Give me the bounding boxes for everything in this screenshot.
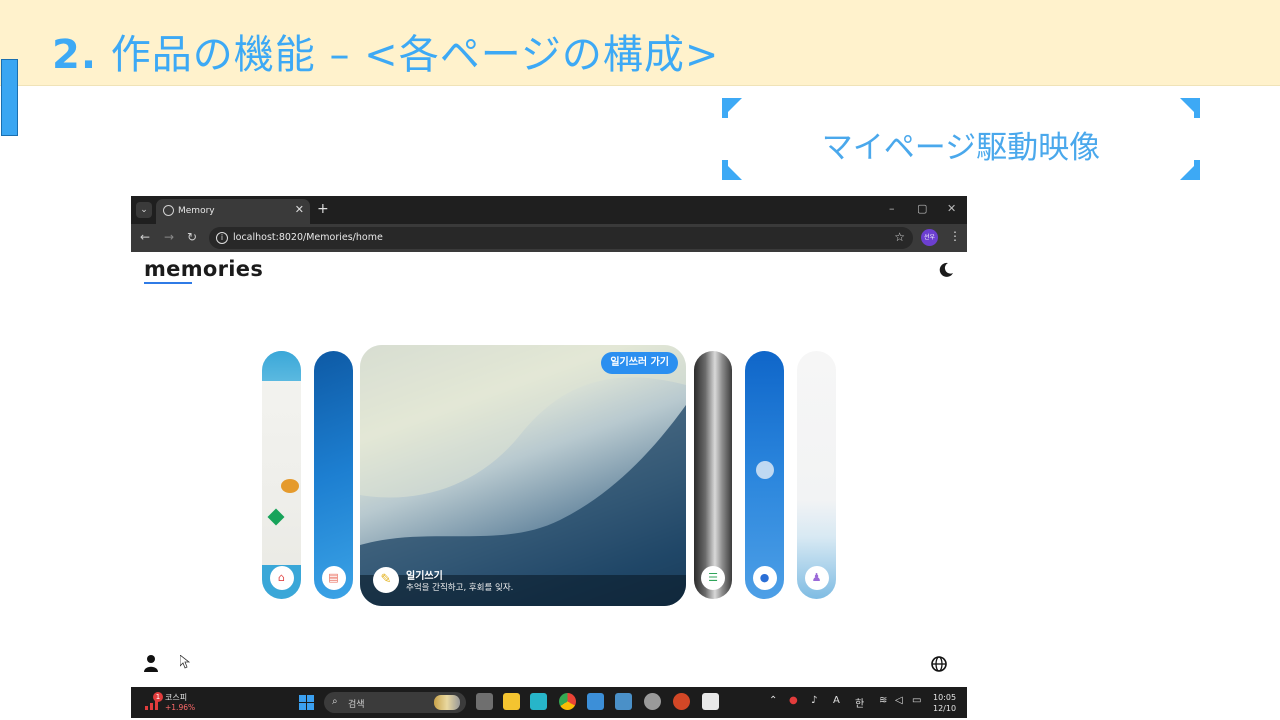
tab-memory[interactable]: Memory ✕	[156, 199, 310, 224]
slide-title: 2. 作品の機能 – <各ページの構成>	[52, 22, 719, 80]
card-diary-title: 일기쓰기	[406, 571, 443, 582]
card-user[interactable]: ♟	[797, 351, 836, 599]
powerpoint-icon[interactable]	[673, 693, 690, 710]
title-band: 2. 作品の機能 – <各ページの構成>	[0, 0, 1280, 86]
battery-icon[interactable]: ▭	[912, 695, 921, 706]
restore-button[interactable]: ▢	[917, 202, 927, 215]
microphone-icon[interactable]: ♪	[811, 695, 817, 706]
snipping-tool-icon[interactable]	[702, 693, 719, 710]
settings-gear-icon[interactable]	[644, 693, 661, 710]
card-diary[interactable]: 일기쓰러 가기 ✎ 일기쓰기 추억을 간직하고, 후회를 잊자.	[360, 345, 686, 606]
list-icon[interactable]: ☰	[701, 566, 725, 590]
chevron-up-icon[interactable]: ⌃	[769, 695, 777, 706]
close-window-button[interactable]: ✕	[947, 202, 956, 215]
task-view-icon[interactable]	[476, 693, 493, 710]
ime-mode[interactable]: A	[833, 695, 840, 706]
id-card-icon[interactable]: ▤	[321, 566, 346, 590]
bookmark-star-icon[interactable]: ☆	[894, 230, 905, 244]
file-explorer-icon[interactable]	[503, 693, 520, 710]
search-highlight-image	[434, 695, 460, 710]
slide: 2. 作品の機能 – <各ページの構成> マイページ駆動映像 ⌄ Memory …	[0, 0, 1280, 720]
corner-top-left	[722, 98, 742, 118]
url-text: localhost:8020/Memories/home	[233, 232, 383, 243]
pencil-icon[interactable]: ✎	[373, 567, 399, 593]
forward-icon[interactable]: →	[164, 230, 174, 244]
logo-underline	[144, 282, 192, 284]
corner-top-right	[1180, 98, 1200, 118]
chrome-icon[interactable]	[559, 693, 576, 710]
flower-decoration	[281, 479, 299, 493]
title-text: 作品の機能 – <各ページの構成>	[97, 32, 720, 78]
new-tab-button[interactable]: +	[317, 201, 329, 217]
ime-language[interactable]: 한	[855, 695, 864, 710]
profile-avatar[interactable]: 선우	[921, 229, 938, 246]
notepad-icon[interactable]	[587, 693, 604, 710]
globe-icon[interactable]	[931, 656, 947, 672]
windows-start-icon[interactable]	[299, 695, 314, 710]
app-logo[interactable]: memories	[144, 257, 263, 281]
tab-strip: ⌄ Memory ✕ + – ▢ ✕	[131, 196, 967, 224]
accent-bar	[1, 59, 18, 136]
clock-time: 10:05	[933, 693, 957, 702]
card-list[interactable]: ☰	[694, 351, 732, 599]
reload-icon[interactable]: ↻	[187, 230, 197, 244]
card-profile[interactable]: ▤	[314, 351, 353, 599]
moon-icon[interactable]	[938, 262, 954, 278]
caption-text: マイページ駆動映像	[821, 130, 1101, 166]
leaf-decoration	[267, 508, 285, 526]
menu-kebab-icon[interactable]: ⋮	[949, 229, 961, 243]
search-placeholder: 검색	[348, 700, 365, 710]
card-home-sky	[262, 351, 301, 381]
volume-muted-icon[interactable]: ◁	[895, 695, 903, 706]
home-icon[interactable]: ⌂	[269, 566, 294, 590]
search-icon: ⌕	[332, 696, 338, 707]
moon-decoration	[756, 461, 774, 479]
wifi-icon[interactable]: ≋	[879, 695, 887, 706]
card-chat[interactable]: ●	[745, 351, 784, 599]
caption-frame: マイページ駆動映像	[722, 98, 1200, 180]
person-icon[interactable]: ♟	[804, 566, 829, 590]
security-icon[interactable]: ●	[789, 695, 798, 706]
browser-toolbar: ← → ↻ i localhost:8020/Memories/home ☆ 선…	[131, 224, 967, 252]
back-icon[interactable]: ←	[140, 230, 150, 244]
page-content: memories ⌂ ▤ 일기쓰러 가기 ✎ 일기쓰기 추억을 간직하고, 후회…	[131, 252, 967, 687]
taskbar-search[interactable]: ⌕ 검색	[324, 692, 466, 713]
card-home[interactable]: ⌂	[262, 351, 301, 599]
taskbar-clock[interactable]: 10:05 12/10	[933, 692, 956, 714]
tab-search-button[interactable]: ⌄	[136, 202, 152, 218]
globe-icon	[163, 205, 174, 216]
stock-change: +1.96%	[165, 703, 196, 712]
tab-title: Memory	[178, 206, 215, 216]
mouse-cursor-icon	[180, 655, 190, 669]
close-icon[interactable]: ✕	[295, 203, 304, 216]
card-diary-subtitle: 추억을 간직하고, 후회를 잊자.	[406, 583, 514, 593]
stock-badge: 1	[153, 692, 163, 702]
info-icon[interactable]: i	[216, 232, 228, 244]
stock-name: 코스피	[165, 693, 188, 702]
goto-diary-button[interactable]: 일기쓰러 가기	[601, 352, 678, 374]
store-icon[interactable]	[530, 693, 547, 710]
title-number: 2.	[52, 32, 98, 78]
minimize-button[interactable]: –	[889, 202, 895, 215]
chat-icon[interactable]: ●	[752, 566, 777, 590]
clock-date: 12/10	[933, 704, 957, 713]
browser-window: ⌄ Memory ✕ + – ▢ ✕ ← → ↻ i localhost:802…	[131, 196, 967, 718]
address-bar[interactable]: i localhost:8020/Memories/home ☆	[209, 227, 913, 249]
calculator-icon[interactable]	[615, 693, 632, 710]
taskbar: 1 코스피 +1.96% ⌕ 검색 ⌃ ● ♪ A 한 ≋ ◁ ▭ 10:05 …	[131, 687, 967, 718]
user-icon[interactable]	[143, 654, 159, 672]
